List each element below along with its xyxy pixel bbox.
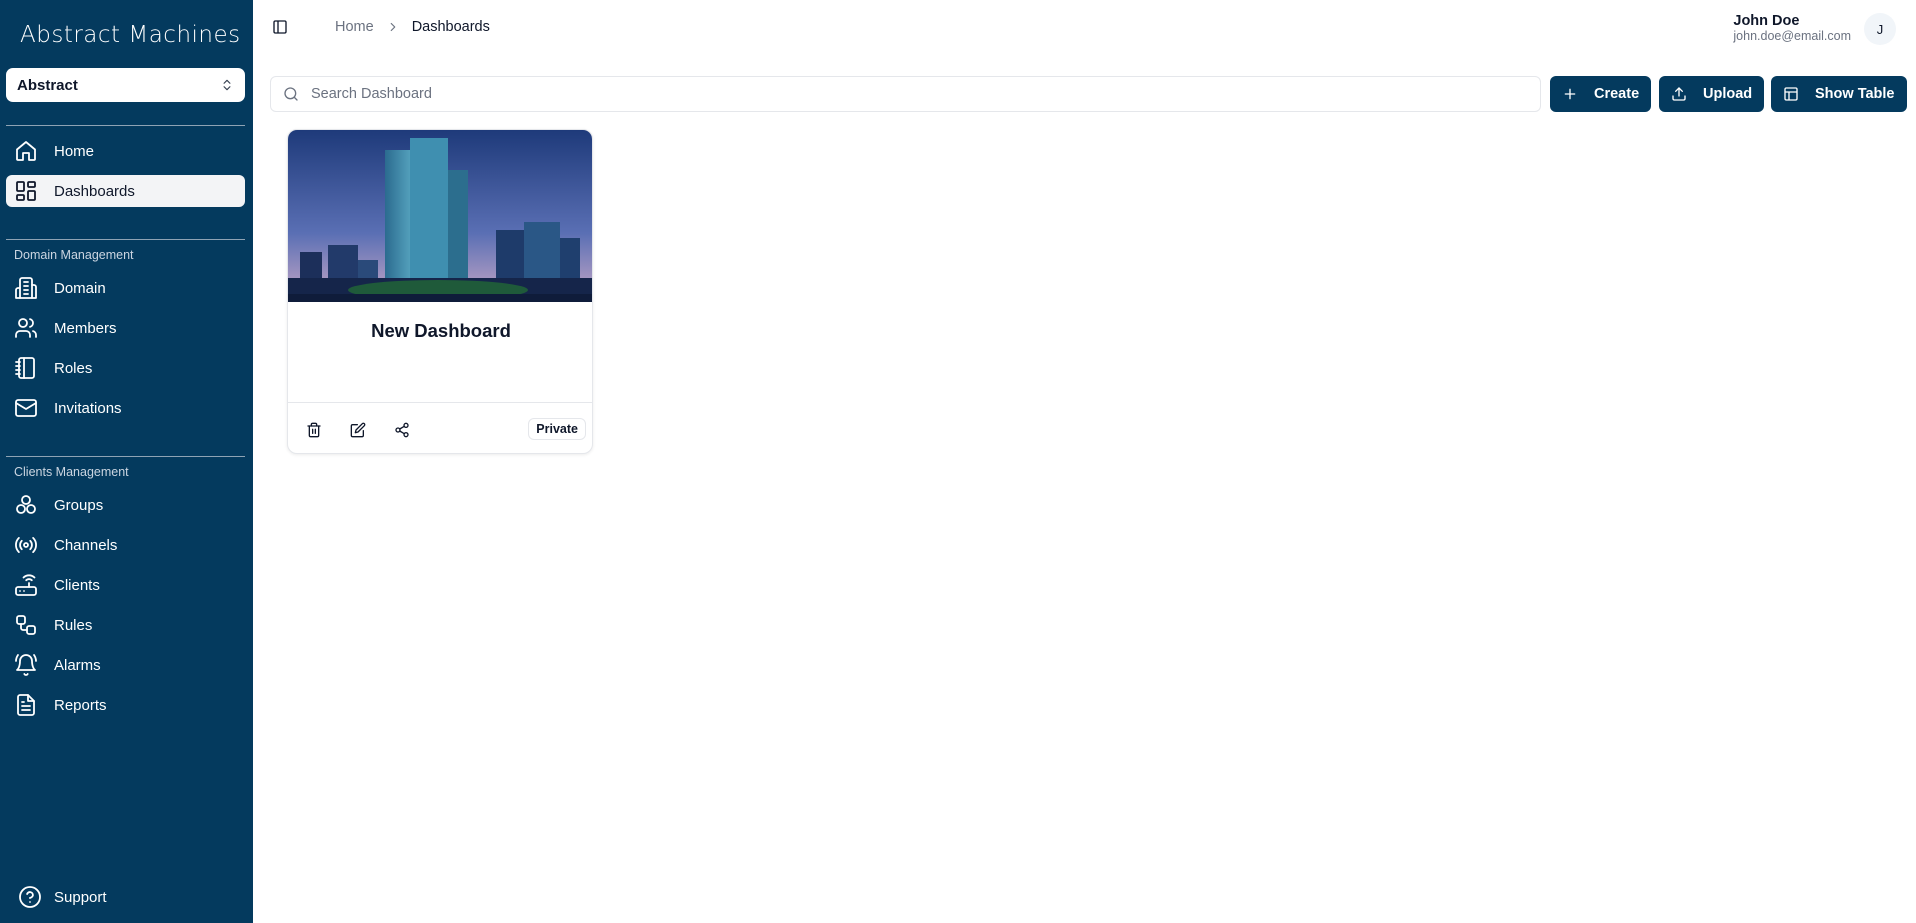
dashboard-card[interactable]: New Dashboard Private [287, 129, 593, 454]
create-button-label: Create [1594, 86, 1640, 102]
support-link[interactable]: Support [18, 885, 107, 909]
sidebar-item-label: Alarms [54, 656, 101, 674]
sidebar-item-label: Rules [54, 616, 93, 634]
table-icon [1784, 87, 1798, 101]
app-logo[interactable]: Abstract Machines [20, 22, 241, 48]
dashboard-card-footer: Private [288, 402, 592, 453]
sidebar-item-home[interactable]: Home [6, 135, 245, 167]
search-bar [270, 76, 1541, 112]
sidebar-item-label: Invitations [54, 399, 122, 417]
organization-select-value: Abstract [17, 76, 78, 94]
sidebar-item-label: Home [54, 142, 95, 160]
dashboard-icon [14, 179, 38, 203]
sidebar-item-label: Clients [54, 576, 100, 594]
file-text-icon [14, 693, 38, 717]
sidebar-divider [6, 456, 245, 457]
sidebar-item-label: Reports [54, 696, 107, 714]
sidebar: Abstract Machines Abstract Home Dashboar… [0, 0, 253, 923]
edit-icon[interactable] [349, 421, 367, 439]
support-label: Support [54, 888, 107, 906]
notebook-icon [14, 356, 38, 380]
sidebar-item-label: Roles [54, 359, 93, 377]
workflow-icon [14, 613, 38, 637]
breadcrumb-current: Dashboards [411, 19, 490, 35]
section-label-clients-management: Clients Management [14, 465, 129, 479]
breadcrumb-home[interactable]: Home [335, 19, 374, 35]
user-email: john.doe@email.com [1733, 29, 1851, 43]
sidebar-item-rules[interactable]: Rules [6, 609, 245, 641]
search-input[interactable] [311, 86, 1511, 102]
sidebar-item-label: Channels [54, 536, 118, 554]
sidebar-item-label: Groups [54, 496, 104, 514]
sidebar-item-groups[interactable]: Groups [6, 489, 245, 521]
trash-icon[interactable] [305, 421, 323, 439]
sidebar-item-alarms[interactable]: Alarms [6, 649, 245, 681]
create-button[interactable]: Create [1550, 76, 1652, 112]
sidebar-divider [6, 239, 245, 240]
breadcrumb: Home Dashboards [335, 19, 490, 35]
sidebar-item-clients[interactable]: Clients [6, 569, 245, 601]
upload-icon [1672, 87, 1686, 101]
sidebar-toggle-button[interactable] [270, 17, 290, 37]
router-icon [14, 573, 38, 597]
visibility-badge: Private [528, 418, 586, 440]
building-icon [14, 276, 38, 300]
sidebar-item-domain[interactable]: Domain [6, 272, 245, 304]
search-icon [284, 87, 298, 101]
upload-button-label: Upload [1703, 86, 1753, 102]
sidebar-item-label: Members [54, 319, 117, 337]
sidebar-item-members[interactable]: Members [6, 312, 245, 344]
sidebar-item-dashboards[interactable]: Dashboards [6, 175, 245, 207]
user-info: John Doe john.doe@email.com [1733, 13, 1851, 43]
help-circle-icon [19, 886, 41, 908]
show-table-button-label: Show Table [1815, 86, 1895, 102]
plus-icon [1564, 88, 1576, 100]
mail-icon [14, 396, 38, 420]
section-label-domain-management: Domain Management [14, 248, 134, 262]
users-icon [14, 316, 38, 340]
dashboard-thumbnail [288, 130, 592, 302]
chevron-right-icon [386, 20, 400, 34]
sidebar-item-reports[interactable]: Reports [6, 689, 245, 721]
sidebar-divider [6, 125, 245, 126]
sidebar-item-label: Domain [54, 279, 106, 297]
avatar[interactable]: J [1864, 13, 1896, 45]
organization-select[interactable]: Abstract [6, 68, 245, 102]
show-table-button[interactable]: Show Table [1771, 76, 1907, 112]
radio-icon [14, 533, 38, 557]
user-name: John Doe [1733, 13, 1800, 29]
bell-ring-icon [14, 653, 38, 677]
sidebar-item-roles[interactable]: Roles [6, 352, 245, 384]
sidebar-item-invitations[interactable]: Invitations [6, 392, 245, 424]
upload-button[interactable]: Upload [1659, 76, 1765, 112]
groups-icon [14, 493, 38, 517]
sidebar-item-channels[interactable]: Channels [6, 529, 245, 561]
chevrons-up-down-icon [223, 79, 231, 91]
dashboard-card-title: New Dashboard [371, 320, 511, 341]
share-icon[interactable] [393, 421, 411, 439]
sidebar-item-label: Dashboards [54, 182, 135, 200]
home-icon [14, 139, 38, 163]
panel-left-icon [273, 20, 287, 34]
